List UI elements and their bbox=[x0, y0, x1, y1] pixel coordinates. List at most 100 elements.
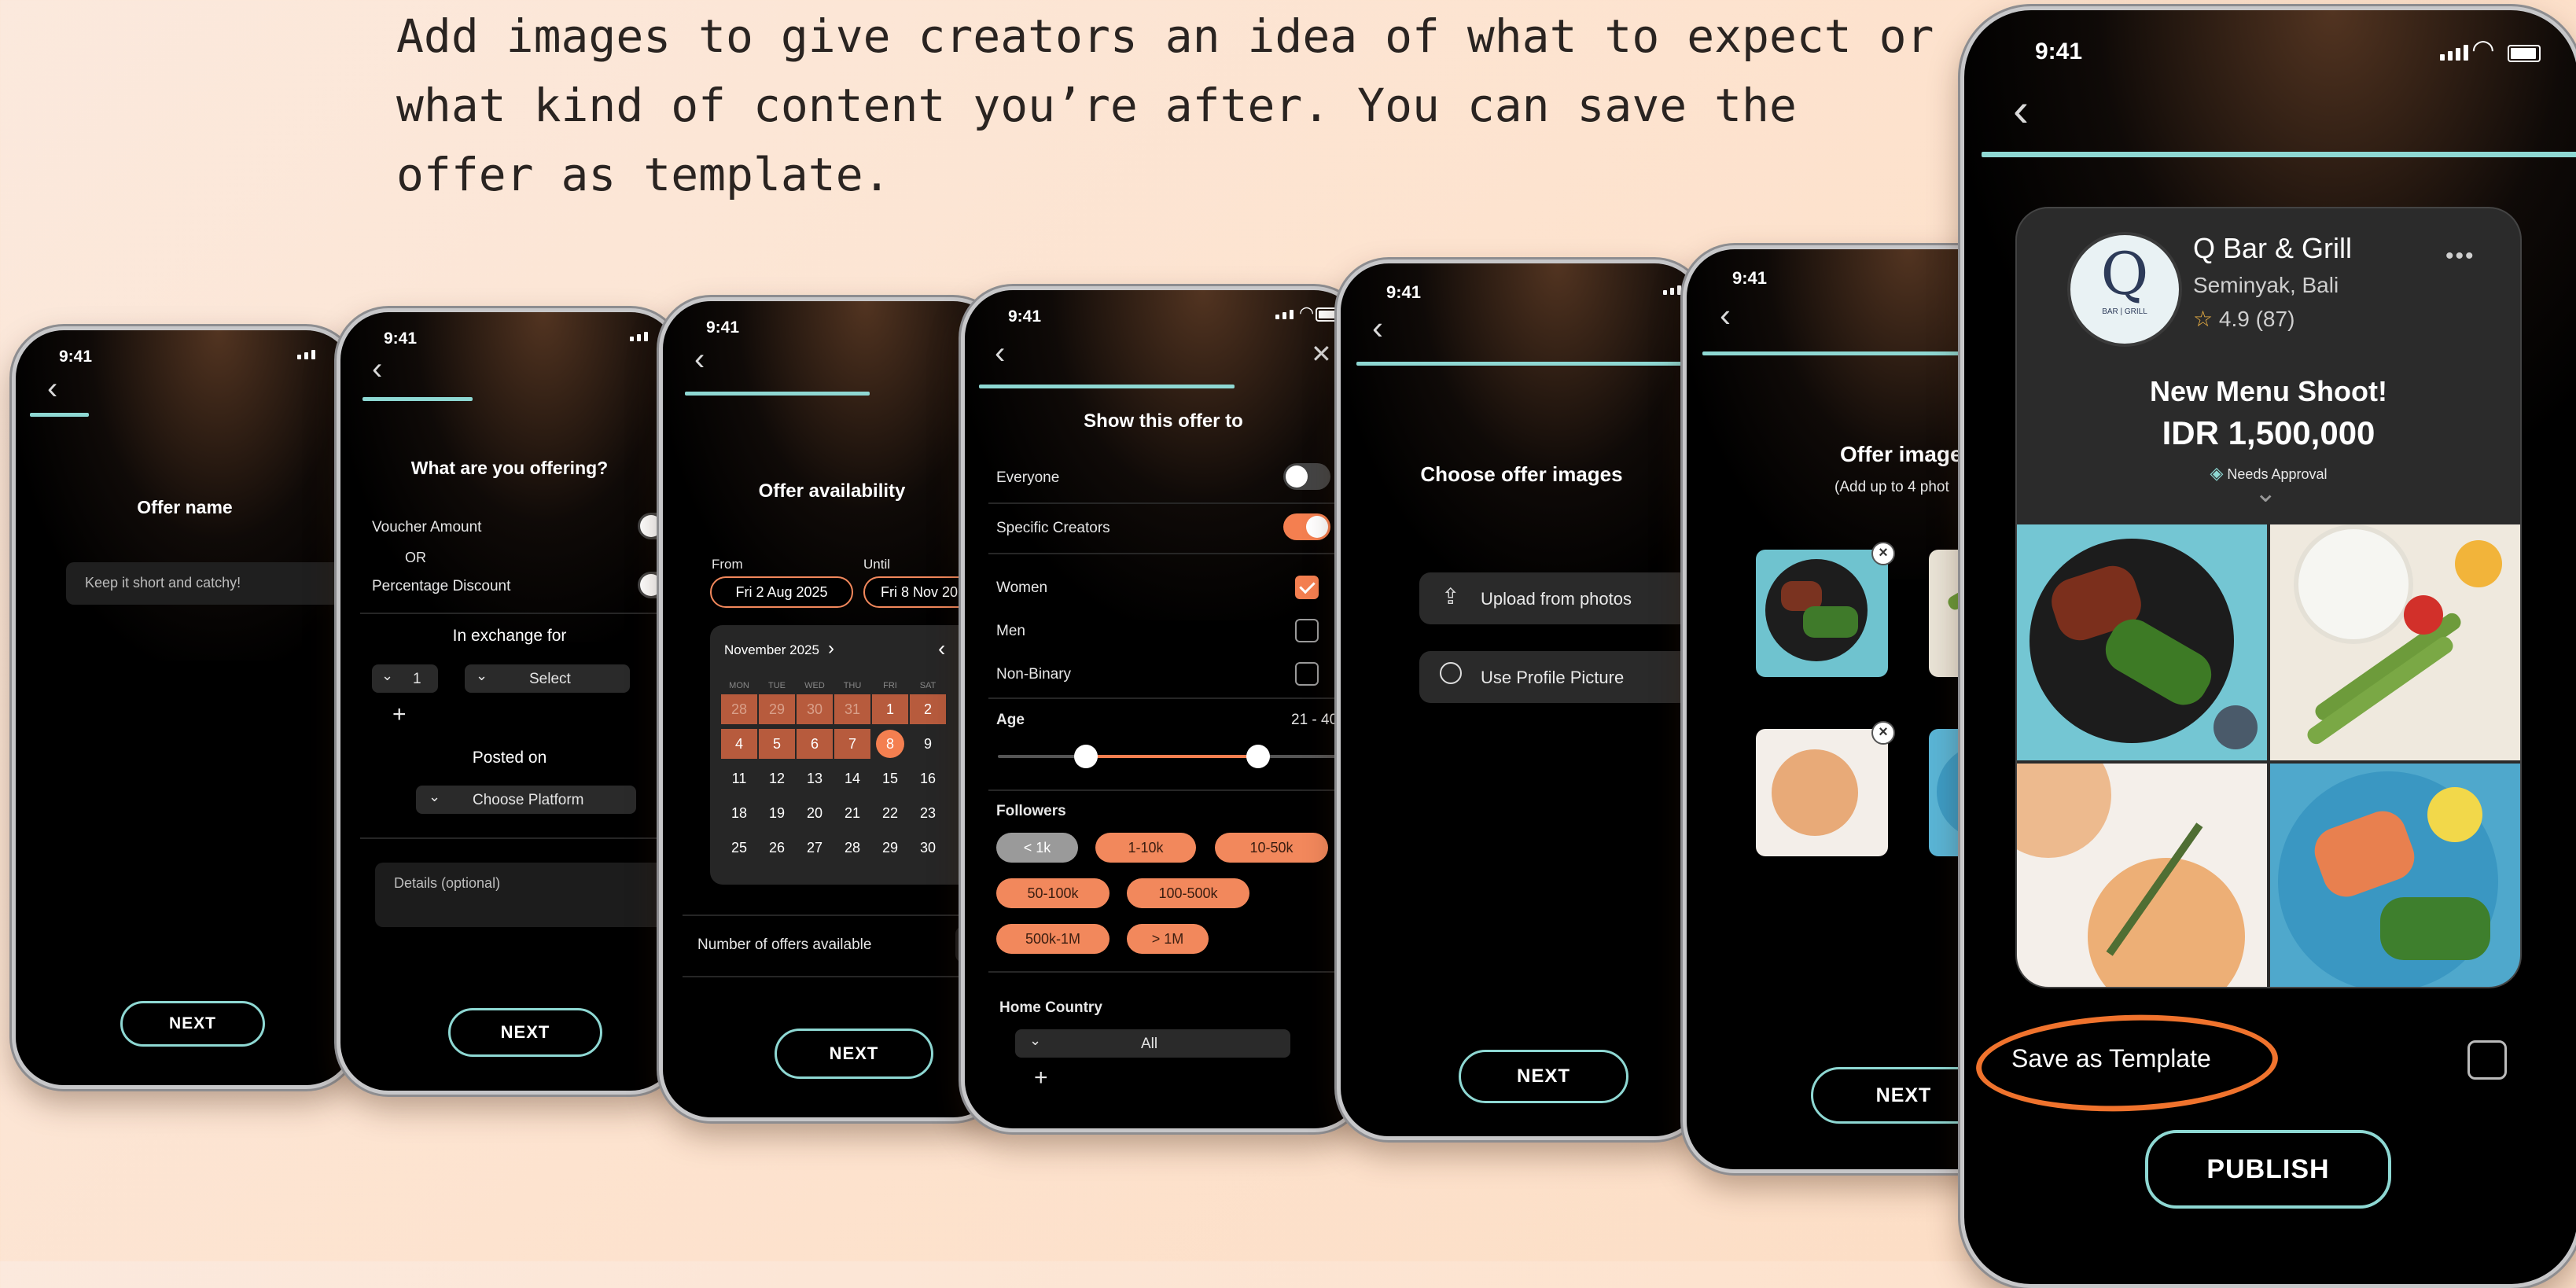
men-checkbox[interactable] bbox=[1295, 619, 1319, 642]
signal-icon bbox=[1275, 310, 1294, 319]
calendar-day[interactable]: 19 bbox=[759, 798, 795, 828]
close-icon[interactable]: ✕ bbox=[1311, 339, 1332, 369]
calendar-day[interactable]: 1 bbox=[872, 694, 908, 724]
calendar-day[interactable]: 12 bbox=[759, 764, 795, 793]
women-checkbox[interactable] bbox=[1295, 576, 1319, 599]
from-date-field[interactable]: Fri 2 Aug 2025 bbox=[710, 576, 853, 608]
details-input[interactable]: Details (optional) bbox=[375, 863, 679, 927]
use-profile-picture-button[interactable]: Use Profile Picture bbox=[1419, 651, 1702, 703]
calendar-day[interactable]: 4 bbox=[721, 729, 757, 759]
calendar-day[interactable]: 28 bbox=[834, 833, 870, 863]
next-button[interactable]: NEXT bbox=[120, 1001, 265, 1047]
details-placeholder: Details (optional) bbox=[394, 875, 501, 891]
quantity-dropdown[interactable]: ⌄ 1 bbox=[372, 664, 438, 693]
next-button[interactable]: NEXT bbox=[448, 1008, 602, 1057]
calendar-day[interactable]: 18 bbox=[721, 798, 757, 828]
calendar-day[interactable]: 31 bbox=[834, 694, 870, 724]
exchange-label: In exchange for bbox=[452, 627, 567, 645]
platform-value: Choose Platform bbox=[473, 792, 584, 808]
reward-select-dropdown[interactable]: ⌄ Select bbox=[465, 664, 630, 693]
followers-chip[interactable]: > 1M bbox=[1127, 924, 1209, 954]
offer-image-cocktail[interactable] bbox=[1756, 729, 1888, 856]
followers-chip[interactable]: < 1k bbox=[996, 833, 1078, 863]
back-chevron-icon[interactable]: ‹ bbox=[995, 336, 1005, 371]
highlight-circle bbox=[1974, 1010, 2280, 1117]
calendar-day[interactable]: 7 bbox=[834, 729, 870, 759]
upload-from-photos-button[interactable]: ⇪ Upload from photos bbox=[1419, 572, 1702, 624]
screen-title: Offer availability bbox=[758, 480, 906, 502]
calendar-day[interactable]: 25 bbox=[721, 833, 757, 863]
or-label: OR bbox=[405, 550, 426, 565]
publish-button[interactable]: PUBLISH bbox=[2145, 1130, 2391, 1209]
from-date-value: Fri 2 Aug 2025 bbox=[735, 584, 828, 600]
month-forward-icon[interactable]: › bbox=[828, 638, 834, 660]
age-slider-max-handle[interactable] bbox=[1246, 745, 1271, 768]
calendar-day[interactable]: 29 bbox=[872, 833, 908, 863]
specific-creators-label: Specific Creators bbox=[996, 520, 1110, 536]
back-chevron-icon[interactable]: ‹ bbox=[372, 351, 382, 387]
calendar-day[interactable]: 30 bbox=[910, 833, 946, 863]
specific-creators-toggle[interactable] bbox=[1283, 513, 1330, 540]
age-label: Age bbox=[996, 712, 1025, 728]
calendar-day[interactable]: 2 bbox=[910, 694, 946, 724]
calendar-day[interactable]: 23 bbox=[910, 798, 946, 828]
save-as-template-checkbox[interactable] bbox=[2467, 1040, 2507, 1080]
calendar-day[interactable]: 22 bbox=[872, 798, 908, 828]
non-binary-checkbox[interactable] bbox=[1295, 662, 1319, 686]
age-slider-min-handle[interactable] bbox=[1073, 745, 1098, 768]
calendar-day[interactable]: 11 bbox=[721, 764, 757, 793]
everyone-toggle[interactable] bbox=[1283, 463, 1330, 490]
calendar-day[interactable]: 27 bbox=[797, 833, 833, 863]
calendar-day[interactable]: 5 bbox=[759, 729, 795, 759]
home-country-dropdown[interactable]: ⌄ All bbox=[1015, 1029, 1290, 1058]
back-chevron-icon[interactable]: ‹ bbox=[2013, 83, 2029, 137]
calendar-day[interactable]: 13 bbox=[797, 764, 833, 793]
calendar-day[interactable]: 15 bbox=[872, 764, 908, 793]
offer-name-input[interactable]: Keep it short and catchy! bbox=[66, 562, 349, 605]
screen-title: Show this offer to bbox=[1084, 410, 1243, 432]
followers-chip[interactable]: 100-500k bbox=[1127, 878, 1249, 908]
women-label: Women bbox=[996, 580, 1048, 596]
calendar-day[interactable]: 8 bbox=[876, 730, 904, 758]
calendar-day[interactable]: 20 bbox=[797, 798, 833, 828]
venue-name: Q Bar & Grill bbox=[2193, 232, 2353, 264]
calendar-day[interactable]: 28 bbox=[721, 694, 757, 724]
rating-row: ☆ 4.9 (87) bbox=[2193, 306, 2294, 332]
offer-card[interactable]: Q BAR | GRILL Q Bar & Grill Seminyak, Ba… bbox=[2015, 207, 2522, 988]
add-country-plus-icon[interactable]: + bbox=[1034, 1065, 1048, 1091]
back-chevron-icon[interactable]: ‹ bbox=[694, 342, 705, 377]
men-label: Men bbox=[996, 623, 1025, 639]
calendar-day[interactable]: 16 bbox=[910, 764, 946, 793]
followers-chip[interactable]: 10-50k bbox=[1215, 833, 1328, 863]
more-options-icon[interactable]: ••• bbox=[2445, 243, 2475, 270]
offer-price: IDR 1,500,000 bbox=[2162, 414, 2375, 451]
back-chevron-icon[interactable]: ‹ bbox=[1372, 309, 1383, 347]
remove-image-icon[interactable]: × bbox=[1871, 542, 1895, 565]
remove-image-icon[interactable]: × bbox=[1871, 721, 1895, 745]
back-chevron-icon[interactable]: ‹ bbox=[1720, 296, 1731, 334]
review-count: (87) bbox=[2255, 307, 2295, 331]
screen-title: Offer name bbox=[137, 497, 233, 517]
next-button[interactable]: NEXT bbox=[775, 1029, 933, 1079]
number-of-offers-label: Number of offers available bbox=[697, 937, 872, 953]
add-item-plus-icon[interactable]: + bbox=[392, 701, 407, 728]
next-button[interactable]: NEXT bbox=[1459, 1050, 1628, 1103]
wifi-icon: ◠ bbox=[1299, 303, 1315, 322]
calendar-day[interactable]: 29 bbox=[759, 694, 795, 724]
calendar-day[interactable]: 9 bbox=[910, 729, 946, 759]
signal-icon bbox=[1663, 285, 1681, 295]
followers-chip[interactable]: 1-10k bbox=[1095, 833, 1196, 863]
month-back-icon[interactable]: ‹ bbox=[938, 636, 945, 661]
offer-image-steak[interactable] bbox=[1756, 550, 1888, 677]
calendar-day[interactable]: 30 bbox=[797, 694, 833, 724]
followers-chip[interactable]: 500k-1M bbox=[996, 924, 1110, 954]
calendar-day[interactable]: 26 bbox=[759, 833, 795, 863]
non-binary-label: Non-Binary bbox=[996, 666, 1072, 683]
back-chevron-icon[interactable]: ‹ bbox=[47, 371, 57, 407]
calendar-day[interactable]: 14 bbox=[834, 764, 870, 793]
followers-chip[interactable]: 50-100k bbox=[996, 878, 1110, 908]
platform-dropdown[interactable]: ⌄ Choose Platform bbox=[416, 786, 636, 814]
calendar-day[interactable]: 6 bbox=[797, 729, 833, 759]
calendar-day[interactable]: 21 bbox=[834, 798, 870, 828]
expand-chevron-icon[interactable]: ⌄ bbox=[2254, 477, 2277, 509]
